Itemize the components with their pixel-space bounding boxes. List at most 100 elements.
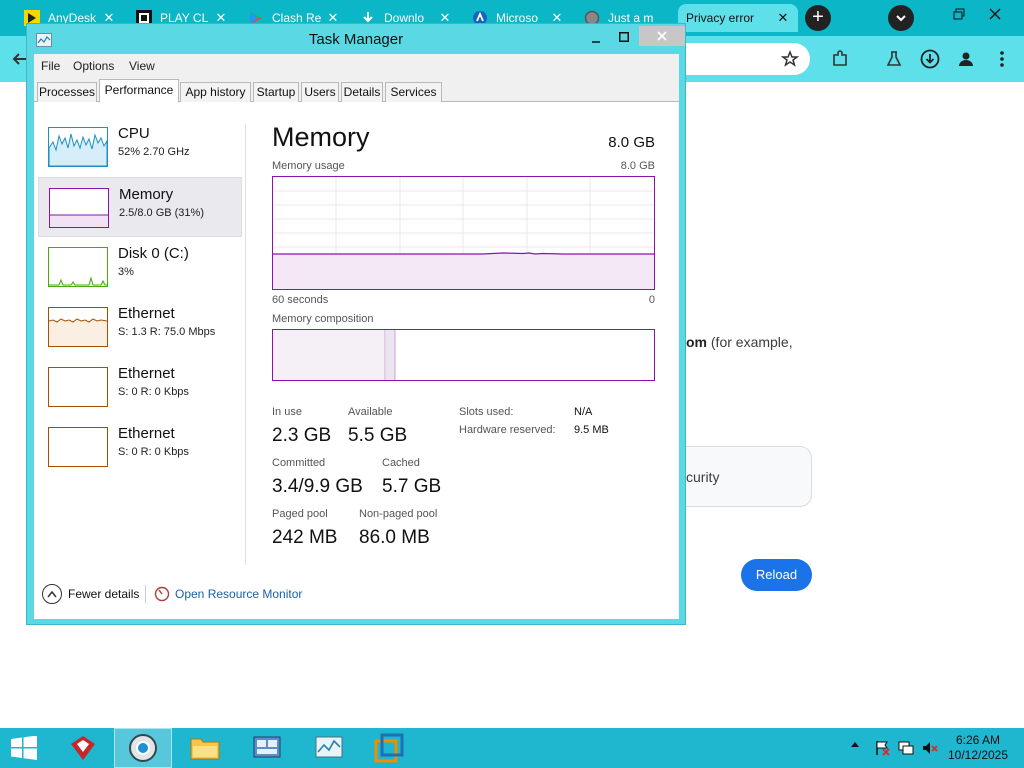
window-restore-button[interactable] (944, 2, 974, 28)
error-text-rest: (for example, (707, 334, 793, 350)
chevron-down-icon (896, 15, 906, 22)
memory-composition-bar (272, 329, 655, 381)
ccleaner-icon (71, 736, 95, 760)
resource-item-cpu[interactable]: CPU 52% 2.70 GHz (38, 117, 242, 177)
restore-icon (953, 8, 965, 20)
show-hidden-icons-button[interactable] (850, 740, 860, 751)
new-tab-button[interactable]: + (805, 5, 831, 31)
footer-divider (145, 585, 146, 603)
labs-flask-icon[interactable] (880, 45, 908, 73)
network-icon[interactable] (898, 740, 914, 756)
resource-list: CPU 52% 2.70 GHz Memory 2.5/8.0 GB (31%)… (34, 102, 246, 572)
memory-thumbnail-graph (49, 188, 109, 228)
resource-item-memory[interactable]: Memory 2.5/8.0 GB (31%) (38, 177, 242, 237)
error-domain-fragment: om (686, 334, 707, 350)
resource-name: Ethernet (118, 365, 175, 382)
tab-bar: Processes Performance App history Startu… (34, 78, 679, 103)
taskbar-app-browser[interactable] (114, 728, 172, 768)
minimize-icon (592, 41, 600, 43)
tab-details[interactable]: Details (341, 82, 383, 102)
profile-avatar-icon[interactable] (952, 45, 980, 73)
paged-pool-value: 242 MB (272, 527, 338, 548)
system-clock[interactable]: 6:26 AM 10/12/2025 (940, 733, 1016, 763)
resource-value: 52% 2.70 GHz (118, 146, 190, 158)
resource-name: Ethernet (118, 305, 175, 322)
panel-divider (245, 124, 246, 565)
close-button[interactable] (639, 26, 685, 46)
tab-performance[interactable]: Performance (99, 79, 179, 103)
tab-startup[interactable]: Startup (253, 82, 299, 102)
more-menu-icon[interactable] (988, 45, 1016, 73)
taskbar-app-vmware[interactable] (360, 728, 418, 768)
tab-title: Privacy error (686, 11, 755, 25)
browser-tab-privacy-error[interactable]: Privacy error ✕ (678, 4, 798, 32)
clock-date: 10/12/2025 (947, 748, 1009, 762)
reload-button[interactable]: Reload (741, 559, 812, 591)
start-button[interactable] (10, 735, 38, 760)
windows-logo-icon (11, 735, 37, 760)
extensions-icon[interactable] (826, 45, 854, 73)
in-use-value: 2.3 GB (272, 425, 332, 446)
taskbar-app-control-panel[interactable] (238, 728, 296, 768)
slots-used-value: N/A (574, 406, 593, 418)
cached-value: 5.7 GB (382, 476, 442, 497)
available-value: 5.5 GB (348, 425, 408, 446)
slots-used-label: Slots used: (459, 406, 514, 418)
menu-bar: File Options View (34, 54, 679, 78)
taskbar-app-file-explorer[interactable] (176, 728, 234, 768)
collapse-chevron-icon[interactable] (42, 584, 62, 604)
resource-value: S: 0 R: 0 Kbps (118, 446, 189, 458)
menu-file[interactable]: File (41, 59, 60, 73)
in-use-label: In use (272, 406, 302, 418)
vmware-icon (374, 733, 404, 763)
hardware-reserved-value: 9.5 MB (574, 424, 609, 436)
ethernet-thumbnail-graph (48, 367, 108, 407)
resource-item-ethernet-2[interactable]: Ethernet S: 0 R: 0 Kbps (38, 357, 242, 417)
hardware-reserved-label: Hardware reserved: (459, 424, 556, 436)
maximize-button[interactable] (611, 28, 637, 48)
taskbar-app-task-manager[interactable] (300, 728, 358, 768)
volume-muted-icon[interactable] (922, 740, 938, 756)
committed-value: 3.4/9.9 GB (272, 476, 363, 497)
title-bar[interactable]: Task Manager (27, 24, 685, 54)
bookmark-star-icon[interactable] (776, 45, 804, 73)
tab-processes[interactable]: Processes (37, 82, 97, 102)
paged-pool-label: Paged pool (272, 508, 328, 520)
taskbar-app-ccleaner[interactable] (54, 728, 112, 768)
minimize-button[interactable] (583, 28, 609, 48)
memory-composition-label: Memory composition (272, 313, 374, 325)
resource-name: Disk 0 (C:) (118, 245, 189, 262)
tab-search-button[interactable] (888, 5, 914, 31)
maximize-icon (619, 32, 629, 42)
resource-item-disk[interactable]: Disk 0 (C:) 3% (38, 237, 242, 297)
ethernet-thumbnail-graph (48, 307, 108, 347)
tab-services[interactable]: Services (385, 82, 442, 102)
resource-value: 3% (118, 266, 134, 278)
resource-item-ethernet-1[interactable]: Ethernet S: 1.3 R: 75.0 Mbps (38, 297, 242, 357)
tab-app-history[interactable]: App history (180, 82, 251, 102)
memory-total: 8.0 GB (608, 134, 655, 151)
non-paged-pool-value: 86.0 MB (359, 527, 430, 548)
resource-item-ethernet-3[interactable]: Ethernet S: 0 R: 0 Kbps (38, 417, 242, 477)
action-center-flag-icon[interactable] (874, 740, 890, 756)
menu-options[interactable]: Options (73, 59, 114, 73)
open-resource-monitor-link[interactable]: Open Resource Monitor (175, 587, 302, 601)
file-explorer-icon (190, 738, 220, 760)
advanced-details-label: curity (686, 469, 720, 485)
download-circle-icon[interactable] (916, 45, 944, 73)
usage-graph-canvas (273, 177, 654, 289)
ethernet-thumbnail-graph (48, 427, 108, 467)
resource-value: 2.5/8.0 GB (31%) (119, 207, 204, 219)
window-close-button[interactable] (980, 2, 1010, 28)
available-label: Available (348, 406, 393, 418)
menu-view[interactable]: View (129, 59, 155, 73)
resource-name: CPU (118, 125, 150, 142)
fewer-details-button[interactable]: Fewer details (68, 587, 139, 601)
close-icon[interactable]: ✕ (774, 10, 792, 26)
resource-name: Memory (119, 186, 174, 203)
graph-time-right: 0 (648, 294, 655, 306)
tab-users[interactable]: Users (301, 82, 339, 102)
memory-usage-label: Memory usage (272, 160, 345, 172)
error-description: om (for example, (686, 334, 793, 350)
control-panel-icon (253, 736, 281, 758)
